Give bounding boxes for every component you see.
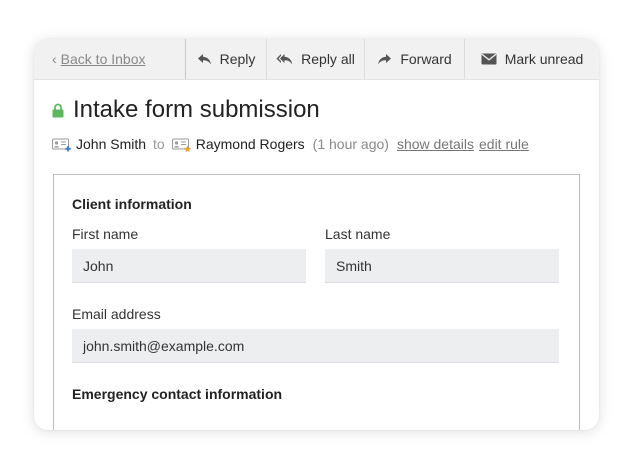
to-word: to (153, 136, 165, 152)
message-view: ‹ Back to Inbox Reply Reply all Forward (34, 39, 599, 430)
lock-icon (52, 103, 64, 117)
forward-icon (378, 53, 392, 64)
message-meta: John Smith to Raymond Rogers (1 hour ago… (52, 134, 529, 154)
message-toolbar: ‹ Back to Inbox Reply Reply all Forward (34, 39, 599, 80)
intake-form: Client information First name John Last … (53, 174, 580, 430)
forward-label: Forward (400, 51, 452, 67)
first-name-label: First name (72, 226, 139, 242)
message-subject: Intake form submission (52, 95, 320, 125)
contact-card-star-icon[interactable] (171, 137, 192, 152)
reply-all-button[interactable]: Reply all (266, 39, 364, 79)
sender-name[interactable]: John Smith (76, 136, 146, 152)
show-details-link[interactable]: show details (397, 136, 474, 152)
reply-all-icon (276, 53, 293, 64)
first-name-value: John (83, 257, 114, 274)
recipient-name[interactable]: Raymond Rogers (196, 136, 305, 152)
last-name-label: Last name (325, 226, 391, 242)
mark-unread-button[interactable]: Mark unread (464, 39, 599, 79)
contact-card-add-icon[interactable] (52, 137, 72, 152)
forward-button[interactable]: Forward (364, 39, 464, 79)
email-address-value: john.smith@example.com (83, 337, 245, 354)
reply-icon (197, 53, 211, 64)
last-name-value: Smith (336, 257, 372, 274)
client-information-heading: Client information (72, 196, 192, 212)
email-address-label: Email address (72, 306, 161, 322)
envelope-icon (481, 53, 497, 65)
reply-all-label: Reply all (301, 51, 355, 67)
email-address-field[interactable]: john.smith@example.com (72, 329, 559, 363)
edit-rule-link[interactable]: edit rule (479, 136, 529, 152)
subject-title: Intake form submission (73, 96, 320, 123)
back-to-inbox-link[interactable]: ‹ Back to Inbox (34, 39, 185, 79)
reply-label: Reply (219, 51, 256, 67)
first-name-field[interactable]: John (72, 249, 306, 283)
mark-unread-label: Mark unread (504, 51, 584, 67)
chevron-left-icon: ‹ (52, 51, 57, 67)
emergency-contact-heading: Emergency contact information (72, 386, 283, 402)
last-name-field[interactable]: Smith (325, 249, 559, 283)
reply-button[interactable]: Reply (185, 39, 266, 79)
back-to-inbox-label: Back to Inbox (60, 51, 146, 67)
message-time: (1 hour ago) (312, 136, 389, 152)
